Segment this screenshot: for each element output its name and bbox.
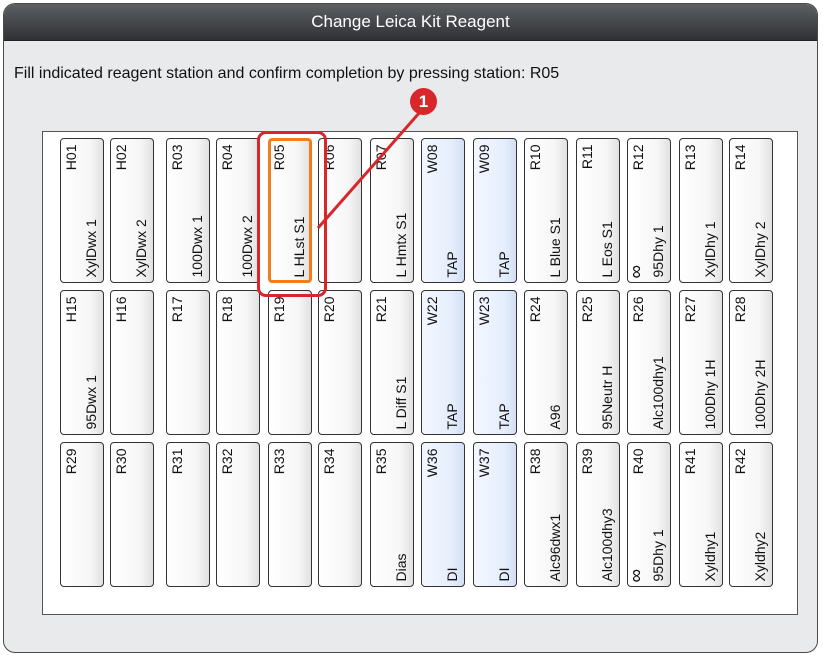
- callout-marker: 1: [410, 88, 437, 115]
